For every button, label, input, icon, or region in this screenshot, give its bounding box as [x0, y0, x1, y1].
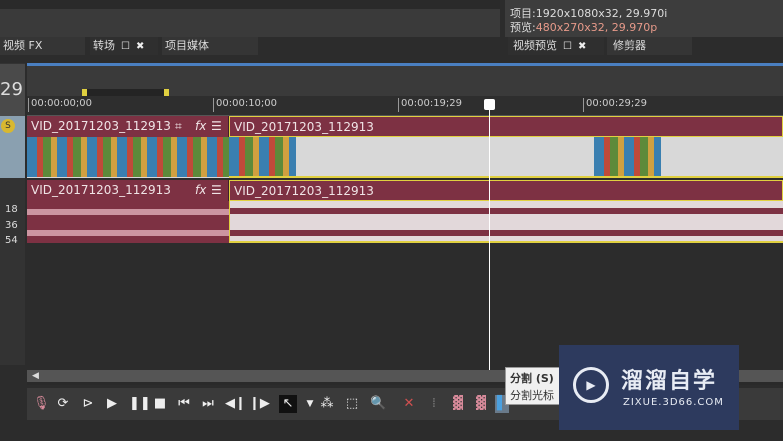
go-to-start-icon[interactable]: ⏮: [177, 395, 191, 413]
fx-icon[interactable]: fx: [195, 180, 206, 201]
clip-name: VID_20171203_112913: [234, 184, 374, 198]
project-value: 1920x1080x32, 29.970i: [535, 7, 668, 20]
video-clip-2-thumbnail[interactable]: [594, 137, 661, 177]
go-to-end-icon[interactable]: ⏭: [201, 395, 215, 413]
tab-label: 转场: [93, 39, 115, 52]
audio-clip-2-waveform[interactable]: [229, 201, 783, 243]
playhead[interactable]: [489, 100, 490, 370]
clip-name: VID_20171203_112913: [31, 183, 171, 197]
audio-clip-1-header[interactable]: VID_20171203_112913 fx ☰: [27, 180, 229, 201]
tooltip: 分割 (S) 分割光标: [505, 367, 565, 405]
ruler-label: 00:00:29;29: [583, 98, 647, 112]
play-icon[interactable]: ▶: [105, 395, 119, 413]
timecode-display: 29: [0, 64, 25, 116]
tooltip-title: 分割 (S): [510, 372, 554, 385]
clip-name: VID_20171203_112913: [31, 119, 171, 133]
audio-level-label: 36: [5, 220, 18, 231]
envelope-tool-icon[interactable]: ⁂: [320, 395, 334, 413]
selection-tool-icon[interactable]: ⬚: [345, 395, 359, 413]
normal-edit-tool-icon[interactable]: ↖: [279, 395, 297, 413]
pause-icon[interactable]: ❚❚: [129, 395, 151, 413]
selection-border: [229, 176, 783, 178]
tab-label: 项目媒体: [165, 39, 209, 52]
watermark-url: ZIXUE.3D66.COM: [623, 397, 724, 408]
trim-icon[interactable]: ⁞: [427, 395, 441, 413]
top-panel-area: [0, 0, 500, 37]
tab-transitions[interactable]: 转场 ☐ ✖: [90, 37, 158, 55]
playhead-handle[interactable]: [484, 99, 495, 110]
ruler-label: 00:00:10;00: [213, 98, 277, 112]
trim-start-icon[interactable]: ▓: [451, 395, 465, 413]
maximize-icon[interactable]: ☐: [121, 41, 130, 52]
ruler-label: 00:00:00;00: [28, 98, 92, 112]
crop-icon[interactable]: ⌗: [175, 116, 182, 137]
solo-icon[interactable]: S: [1, 119, 15, 133]
tab-project-media[interactable]: 项目媒体: [162, 37, 258, 55]
scroll-left-icon[interactable]: ◀: [32, 371, 39, 381]
zoom-tool-icon[interactable]: 🔍: [370, 395, 386, 413]
audio-level-label: 54: [5, 235, 18, 246]
watermark: ▶ 溜溜自学 ZIXUE.3D66.COM: [559, 345, 739, 430]
audio-clip-1-waveform[interactable]: [27, 201, 229, 243]
tab-video-preview[interactable]: 视频预览 ☐ ✖: [508, 37, 604, 55]
audio-clip-2-header[interactable]: VID_20171203_112913: [229, 180, 783, 201]
close-icon[interactable]: ✖: [578, 41, 586, 52]
play-from-start-icon[interactable]: ⊳: [81, 395, 95, 413]
preview-info-panel: 项目:1920x1080x32, 29.970i 预览:480x270x32, …: [505, 0, 783, 37]
menu-icon[interactable]: ☰: [211, 180, 222, 201]
stop-icon[interactable]: ■: [153, 395, 167, 413]
menu-icon[interactable]: ☰: [211, 116, 222, 137]
preview-label: 预览:: [510, 21, 536, 34]
video-clip-2-thumbnail[interactable]: [229, 137, 296, 177]
tab-label: 视频 FX: [3, 39, 43, 52]
ruler-label: 00:00:19;29: [398, 98, 462, 112]
clip-name: VID_20171203_112913: [234, 120, 374, 134]
maximize-icon[interactable]: ☐: [563, 41, 572, 52]
watermark-logo-icon: ▶: [573, 367, 609, 403]
trim-end-icon[interactable]: ▓: [474, 395, 488, 413]
prev-frame-icon[interactable]: ◀❙: [225, 395, 246, 413]
fx-icon[interactable]: fx: [195, 116, 206, 137]
video-clip-1-thumbnails[interactable]: [27, 137, 229, 177]
tooltip-desc: 分割光标: [510, 389, 554, 402]
next-frame-icon[interactable]: ❙▶: [249, 395, 270, 413]
tab-trimmer[interactable]: 修剪器: [607, 37, 692, 55]
audio-level-label: 18: [5, 204, 18, 215]
delete-icon[interactable]: ✕: [402, 395, 416, 413]
video-clip-2-header[interactable]: VID_20171203_112913: [229, 116, 783, 137]
watermark-title: 溜溜自学: [621, 369, 718, 394]
tab-video-fx[interactable]: 视频 FX: [0, 37, 85, 55]
preview-value: 480x270x32, 29.970p: [535, 21, 658, 34]
tool-dropdown-icon[interactable]: ▼: [303, 395, 317, 413]
loop-icon[interactable]: ⟳: [56, 395, 70, 413]
project-label: 项目:: [510, 7, 536, 20]
close-icon[interactable]: ✖: [136, 41, 144, 52]
tab-label: 视频预览: [513, 39, 557, 52]
video-clip-1-header[interactable]: VID_20171203_112913 ⌗ fx ☰: [27, 116, 229, 137]
tab-label: 修剪器: [613, 39, 646, 52]
loop-region[interactable]: [82, 89, 169, 96]
record-icon[interactable]: 🎙: [33, 395, 50, 413]
